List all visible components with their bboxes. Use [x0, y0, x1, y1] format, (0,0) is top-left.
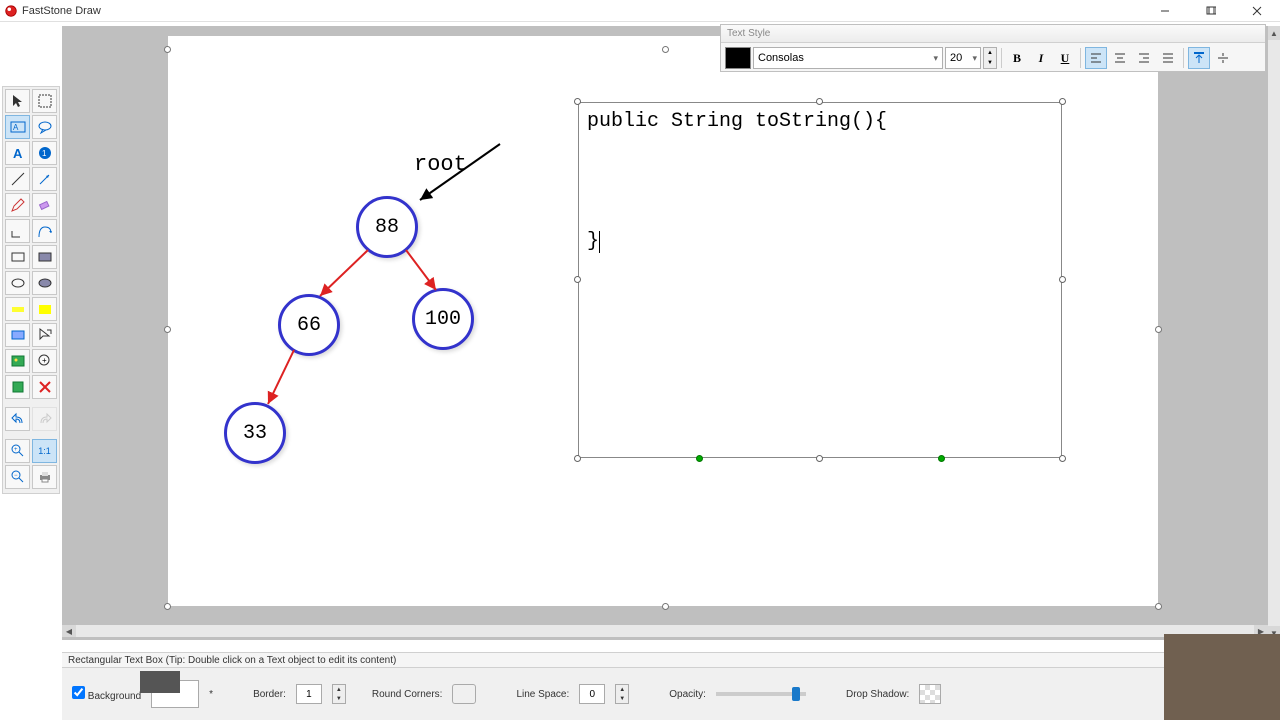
align-center-button[interactable] [1109, 47, 1131, 69]
curve-tool[interactable] [32, 219, 57, 243]
rect-tool[interactable] [5, 245, 30, 269]
filled-ellipse-tool[interactable] [32, 271, 57, 295]
asterisk-label: * [209, 689, 213, 700]
bold-button[interactable]: B [1006, 47, 1028, 69]
border-spinner[interactable]: ▲▼ [332, 684, 346, 704]
shadow-label: Drop Shadow: [846, 689, 909, 700]
horizontal-scrollbar[interactable]: ◀ ▶ [62, 625, 1268, 637]
svg-text:A: A [13, 146, 23, 161]
background-swatch[interactable] [151, 680, 199, 708]
status-bar: Rectangular Text Box (Tip: Double click … [62, 652, 1280, 668]
line-tool[interactable] [5, 167, 30, 191]
valign-middle-button[interactable] [1212, 47, 1234, 69]
callout-tool[interactable] [32, 115, 57, 139]
align-right-button[interactable] [1133, 47, 1155, 69]
ellipse-tool[interactable] [5, 271, 30, 295]
crop-tool[interactable] [5, 375, 30, 399]
tree-node-88[interactable]: 88 [356, 196, 418, 258]
arrow-tool[interactable] [32, 167, 57, 191]
image-tool[interactable] [5, 349, 30, 373]
redo-button[interactable] [32, 407, 57, 431]
align-justify-button[interactable] [1157, 47, 1179, 69]
pencil-tool[interactable] [5, 193, 30, 217]
text-style-panel[interactable]: Text Style Consolas 20 ▲▼ B I U [720, 24, 1266, 72]
background-checkbox-wrap[interactable]: Background [72, 686, 141, 702]
highlighter-tool[interactable] [5, 297, 30, 321]
svg-text:+: + [14, 447, 18, 453]
app-icon [4, 4, 18, 18]
polyline-tool[interactable] [5, 219, 30, 243]
maximize-button[interactable] [1188, 0, 1234, 22]
text-color-swatch[interactable] [725, 47, 751, 69]
linespace-input[interactable] [579, 684, 605, 704]
opacity-label: Opacity: [669, 689, 706, 700]
select-tool[interactable] [5, 89, 30, 113]
root-label[interactable]: root [414, 152, 467, 177]
background-checkbox[interactable] [72, 686, 85, 699]
text-box-selection[interactable]: public String toString(){ } [578, 102, 1062, 458]
round-corners-selector[interactable] [452, 684, 476, 704]
svg-text:+: + [42, 356, 47, 365]
svg-text:1: 1 [42, 149, 47, 158]
minimize-button[interactable] [1142, 0, 1188, 22]
print-button[interactable] [32, 465, 57, 489]
filled-rect-tool[interactable] [32, 245, 57, 269]
round-corners-label: Round Corners: [372, 689, 443, 700]
tree-node-33[interactable]: 33 [224, 402, 286, 464]
font-size-spinner[interactable]: ▲▼ [983, 47, 997, 69]
undo-button[interactable] [5, 407, 30, 431]
tree-node-66[interactable]: 66 [278, 294, 340, 356]
linespace-spinner[interactable]: ▲▼ [615, 684, 629, 704]
italic-button[interactable]: I [1030, 47, 1052, 69]
webcam-overlay [1164, 634, 1280, 720]
tree-node-100[interactable]: 100 [412, 288, 474, 350]
scroll-up-icon[interactable]: ▲ [1268, 26, 1280, 40]
border-label: Border: [253, 689, 286, 700]
blur-tool[interactable] [5, 323, 30, 347]
canvas-area[interactable]: root 88 66 100 33 public String toString… [62, 26, 1268, 640]
svg-text:A: A [13, 123, 19, 132]
magnify-tool[interactable]: + [32, 349, 57, 373]
zoom-out-button[interactable]: − [5, 465, 30, 489]
font-size-select[interactable]: 20 [945, 47, 981, 69]
scroll-left-icon[interactable]: ◀ [62, 625, 76, 637]
close-button[interactable] [1234, 0, 1280, 22]
number-tool[interactable]: 1 [32, 141, 57, 165]
border-input[interactable] [296, 684, 322, 704]
zoom-reset-button[interactable]: 1:1 [32, 439, 57, 463]
valign-top-button[interactable] [1188, 47, 1210, 69]
text-style-title: Text Style [721, 25, 1265, 43]
vertical-scrollbar[interactable]: ▲ ▼ [1268, 26, 1280, 640]
toolbox: A A 1 + [2, 86, 60, 494]
font-family-select[interactable]: Consolas [753, 47, 943, 69]
zoom-in-button[interactable]: + [5, 439, 30, 463]
opacity-slider[interactable] [716, 692, 806, 696]
app-title: FastStone Draw [22, 5, 1142, 17]
eraser-tool[interactable] [32, 193, 57, 217]
align-left-button[interactable] [1085, 47, 1107, 69]
text-tool[interactable]: A [5, 141, 30, 165]
canvas-page[interactable]: root 88 66 100 33 public String toString… [168, 36, 1158, 606]
drop-shadow-selector[interactable] [919, 684, 941, 704]
code-textbox[interactable]: public String toString(){ } [578, 102, 1062, 458]
fill-tool[interactable] [32, 297, 57, 321]
linespace-label: Line Space: [516, 689, 569, 700]
delete-tool[interactable] [32, 375, 57, 399]
svg-text:−: − [14, 473, 18, 479]
marquee-tool[interactable] [32, 89, 57, 113]
move-tool[interactable] [32, 323, 57, 347]
properties-bar: Background * Border: ▲▼ Round Corners: L… [62, 668, 1280, 720]
title-bar: FastStone Draw [0, 0, 1280, 22]
underline-button[interactable]: U [1054, 47, 1076, 69]
text-box-tool[interactable]: A [5, 115, 30, 139]
status-hint: Rectangular Text Box (Tip: Double click … [68, 655, 396, 666]
